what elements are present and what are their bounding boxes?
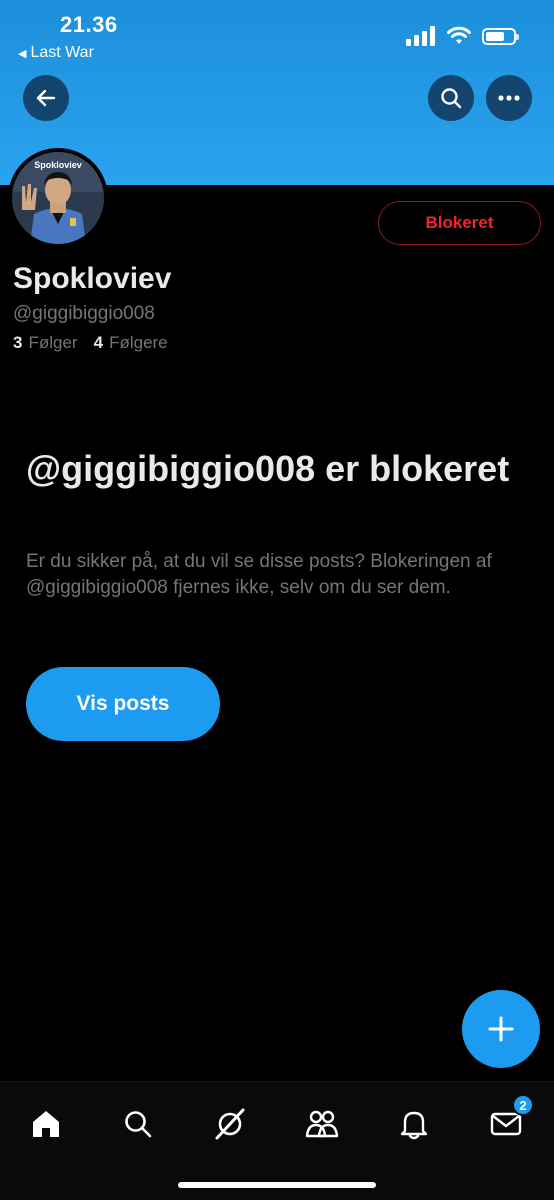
search-button[interactable] bbox=[428, 75, 474, 121]
home-icon bbox=[33, 1111, 59, 1137]
avatar[interactable]: Spokloviev bbox=[8, 148, 108, 248]
back-triangle-icon: ◀ bbox=[18, 47, 27, 60]
people-icon bbox=[305, 1110, 339, 1138]
show-posts-button[interactable]: Vis posts bbox=[26, 667, 220, 741]
avatar-caption: Spokloviev bbox=[34, 160, 82, 170]
following-link[interactable]: 3 Følger bbox=[13, 333, 78, 353]
tab-search[interactable] bbox=[116, 1102, 160, 1146]
following-label: Følger bbox=[28, 333, 78, 352]
tab-communities[interactable] bbox=[300, 1102, 344, 1146]
tab-notifications[interactable] bbox=[392, 1102, 436, 1146]
tab-messages[interactable]: 2 bbox=[484, 1094, 534, 1146]
back-button[interactable] bbox=[23, 75, 69, 121]
blocked-button[interactable]: Blokeret bbox=[378, 201, 541, 245]
ellipsis-icon bbox=[498, 95, 520, 101]
blocked-notice-title: @giggibiggio008 er blokeret bbox=[26, 448, 510, 489]
status-icons bbox=[406, 26, 519, 46]
follow-stats: 3 Følger 4 Følgere bbox=[13, 333, 168, 353]
battery-level bbox=[486, 31, 505, 41]
back-app-label: Last War bbox=[30, 44, 94, 61]
grok-icon bbox=[215, 1108, 245, 1140]
compose-post-button[interactable] bbox=[462, 990, 540, 1068]
followers-link[interactable]: 4 Følgere bbox=[94, 333, 168, 353]
tab-grok[interactable] bbox=[208, 1102, 252, 1146]
following-count: 3 bbox=[13, 333, 23, 352]
bell-icon bbox=[400, 1111, 428, 1140]
cellular-signal-icon bbox=[406, 26, 435, 46]
messages-badge: 2 bbox=[512, 1094, 534, 1116]
arrow-left-icon bbox=[36, 89, 56, 107]
followers-label: Følgere bbox=[109, 333, 168, 352]
status-time: 21.36 bbox=[60, 12, 118, 37]
search-icon bbox=[125, 1111, 152, 1138]
plus-icon bbox=[488, 1016, 514, 1042]
profile-handle: @giggibiggio008 bbox=[13, 303, 155, 324]
status-bar: 21.36 ◀ Last War bbox=[0, 0, 554, 70]
profile-display-name: Spokloviev bbox=[13, 262, 172, 295]
tab-home[interactable] bbox=[24, 1102, 68, 1146]
more-options-button[interactable] bbox=[486, 75, 532, 121]
search-icon bbox=[441, 88, 462, 109]
home-indicator bbox=[178, 1182, 376, 1188]
wifi-icon bbox=[447, 26, 471, 44]
followers-count: 4 bbox=[93, 333, 104, 352]
battery-icon bbox=[482, 27, 519, 45]
back-to-app-link[interactable]: ◀ Last War bbox=[18, 44, 94, 62]
blocked-notice-description: Er du sikker på, at du vil se disse post… bbox=[26, 551, 492, 598]
